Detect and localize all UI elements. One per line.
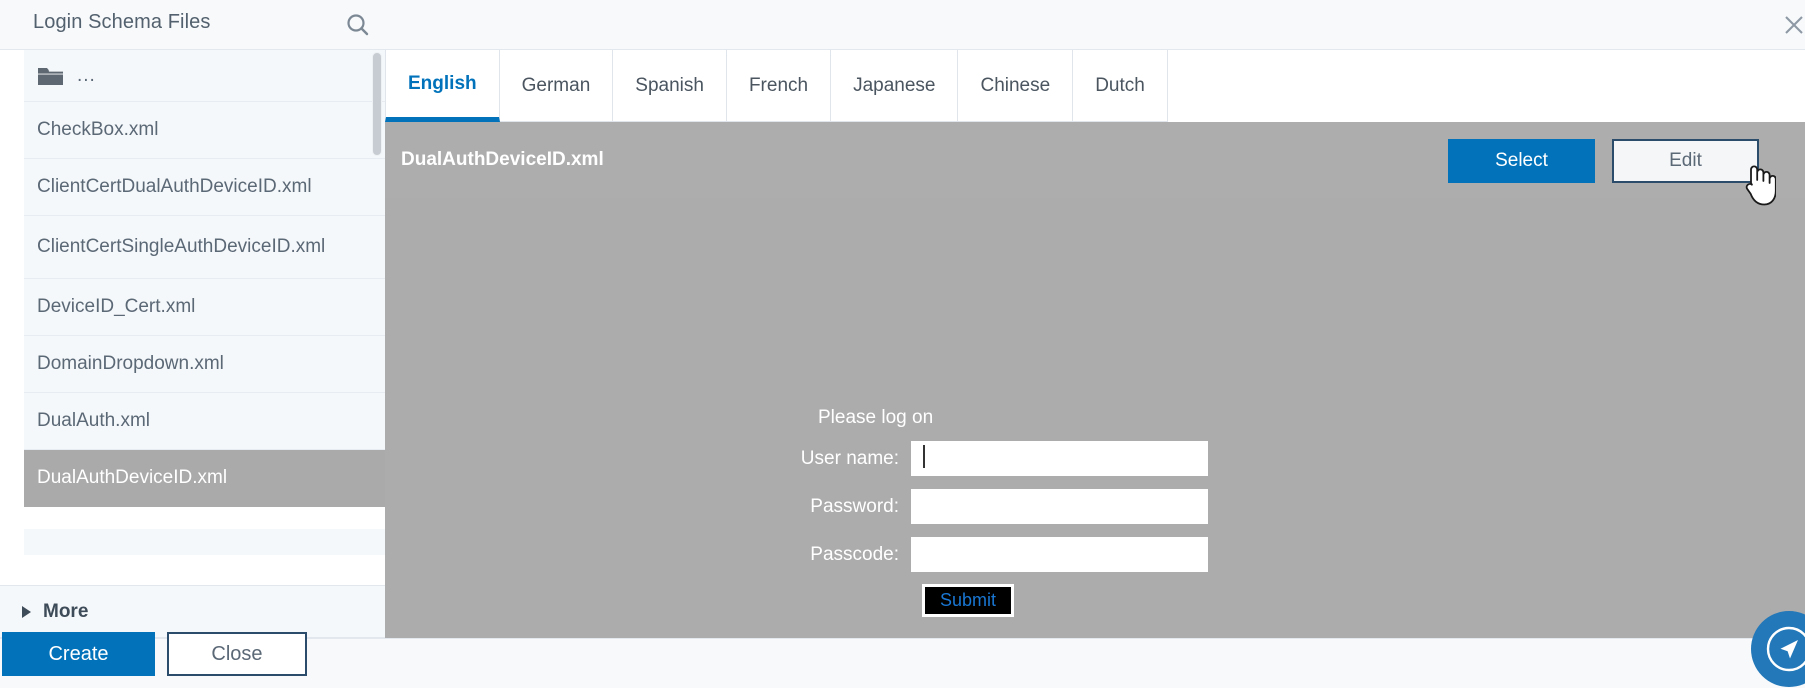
tab-german[interactable]: German: [499, 50, 614, 122]
file-list-item-label: DualAuthDeviceID.xml: [37, 467, 228, 488]
password-input[interactable]: [911, 489, 1208, 524]
file-list-item[interactable]: ClientCertSingleAuthDeviceID.xml: [24, 216, 385, 279]
submit-button[interactable]: Submit: [922, 584, 1014, 617]
file-list-item-label: ...: [77, 64, 96, 86]
file-list-item[interactable]: CheckBox.xml: [24, 102, 385, 159]
file-list-item[interactable]: ClientCertDualAuthDeviceID.xml: [24, 159, 385, 216]
file-list-item-label: DualAuth.xml: [37, 410, 150, 431]
dialog-footer: Create Close: [0, 632, 1805, 688]
preview-panel-header: DualAuthDeviceID.xml Select Edit: [385, 122, 1805, 198]
sidebar-scrollbar-thumb[interactable]: [372, 52, 382, 156]
dialog-header: Login Schema Files: [0, 0, 1805, 50]
select-button[interactable]: Select: [1448, 139, 1595, 183]
file-list-item[interactable]: DeviceID_Cert.xml: [24, 279, 385, 336]
preview-panel: DualAuthDeviceID.xml Select Edit Please …: [385, 122, 1805, 638]
file-rows-container: CheckBox.xml ClientCertDualAuthDeviceID.x…: [24, 102, 385, 529]
folder-icon: [37, 66, 64, 87]
tab-spanish[interactable]: Spanish: [613, 50, 727, 122]
file-list-item-label: DeviceID_Cert.xml: [37, 296, 196, 317]
language-tabs[interactable]: English German Spanish French Japanese Chines…: [385, 50, 1168, 122]
passcode-row: Passcode:: [733, 537, 1208, 572]
edit-button[interactable]: Edit: [1612, 139, 1759, 183]
file-list-item-parent[interactable]: ...: [24, 50, 385, 102]
page-title: Login Schema Files: [33, 11, 211, 33]
tab-dutch[interactable]: Dutch: [1073, 50, 1168, 122]
file-list-item-label: ClientCertSingleAuthDeviceID.xml: [37, 236, 326, 257]
create-button[interactable]: Create: [2, 632, 155, 676]
file-list[interactable]: ... CheckBox.xml ClientCertDualAuthDevice…: [24, 50, 385, 555]
text-caret: [923, 445, 925, 468]
tab-japanese[interactable]: Japanese: [831, 50, 959, 122]
tab-english[interactable]: English: [385, 50, 500, 122]
sidebar-scrollbar-track[interactable]: [372, 52, 382, 442]
file-list-item-label: DomainDropdown.xml: [37, 353, 224, 374]
file-list-item[interactable]: DualAuth.xml: [24, 393, 385, 450]
username-row: User name:: [733, 441, 1208, 476]
tab-chinese[interactable]: Chinese: [958, 50, 1074, 122]
username-label: User name:: [800, 447, 899, 469]
caret-right-icon: [22, 605, 31, 618]
file-picker-dialog: Login Schema Files ... CheckBox.xml Clie…: [0, 0, 1805, 688]
close-icon[interactable]: [1777, 8, 1805, 42]
more-label: More: [43, 600, 89, 622]
login-form-title: Please log on: [818, 407, 934, 428]
passcode-label: Passcode:: [810, 543, 899, 565]
username-input[interactable]: [911, 441, 1208, 476]
close-button[interactable]: Close: [167, 632, 307, 676]
navigation-arrow-icon: [1766, 626, 1805, 672]
passcode-input[interactable]: [911, 537, 1208, 572]
tab-french[interactable]: French: [726, 50, 832, 122]
password-label: Password:: [810, 495, 899, 517]
sidebar: ... CheckBox.xml ClientCertDualAuthDevice…: [0, 50, 385, 638]
file-list-item-label: ClientCertDualAuthDeviceID.xml: [37, 176, 312, 197]
file-list-item[interactable]: DualAuthDeviceID.xml: [24, 450, 385, 507]
selected-file-name: DualAuthDeviceID.xml: [401, 149, 604, 170]
file-list-item[interactable]: DomainDropdown.xml: [24, 336, 385, 393]
file-list-item-label: CheckBox.xml: [37, 119, 159, 140]
main-content: English German Spanish French Japanese Chines…: [385, 50, 1805, 638]
search-icon[interactable]: [343, 10, 373, 40]
file-list-empty-row: [24, 507, 385, 529]
password-row: Password:: [733, 489, 1208, 524]
more-section-toggle[interactable]: More: [0, 585, 385, 638]
